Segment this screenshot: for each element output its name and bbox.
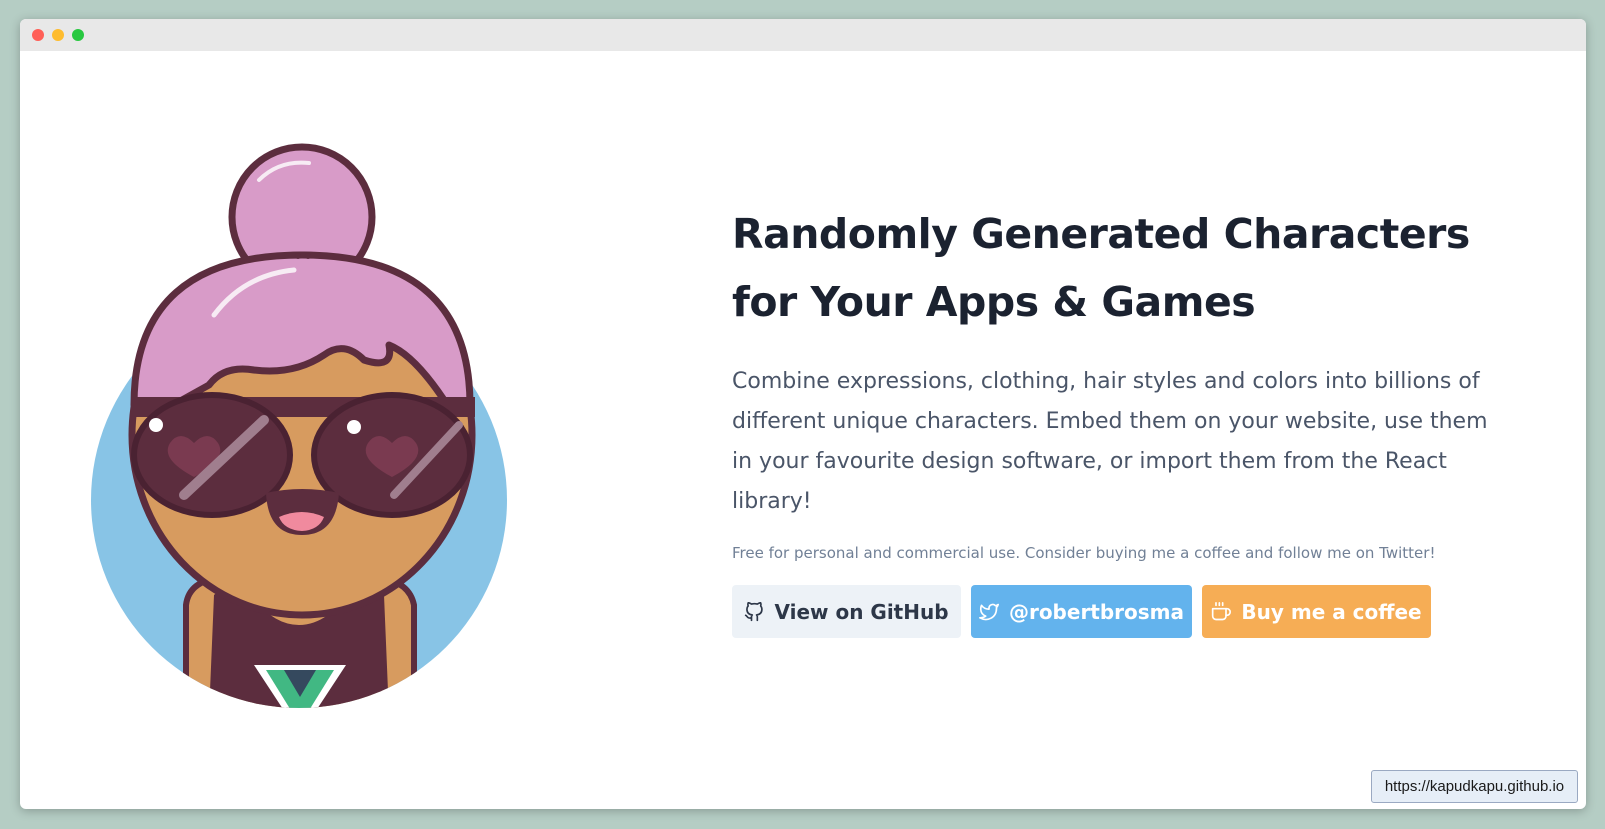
maximize-dot[interactable] (72, 29, 84, 41)
page-title: Randomly Generated Characters for Your A… (732, 210, 1470, 326)
hero-description: Combine expressions, clothing, hair styl… (732, 369, 1488, 514)
status-url-tooltip: https://kapudkapu.github.io (1371, 770, 1578, 803)
twitter-button-label: @robertbrosma (1008, 599, 1185, 624)
close-dot[interactable] (32, 29, 44, 41)
github-button[interactable]: View on GitHub (732, 585, 961, 638)
coffee-icon (1212, 601, 1232, 620)
hero-content: Randomly Generated Characters for Your A… (732, 200, 1492, 562)
coffee-button[interactable]: Buy me a coffee (1202, 585, 1431, 638)
title-bar (20, 19, 1586, 51)
twitter-icon (978, 603, 999, 620)
minimize-dot[interactable] (52, 29, 64, 41)
license-note: Free for personal and commercial use. Co… (732, 544, 1436, 562)
twitter-button[interactable]: @robertbrosma (971, 585, 1192, 638)
coffee-button-label: Buy me a coffee (1241, 599, 1422, 624)
character-illustration (91, 143, 507, 708)
github-icon (745, 601, 764, 621)
github-button-label: View on GitHub (774, 599, 949, 624)
